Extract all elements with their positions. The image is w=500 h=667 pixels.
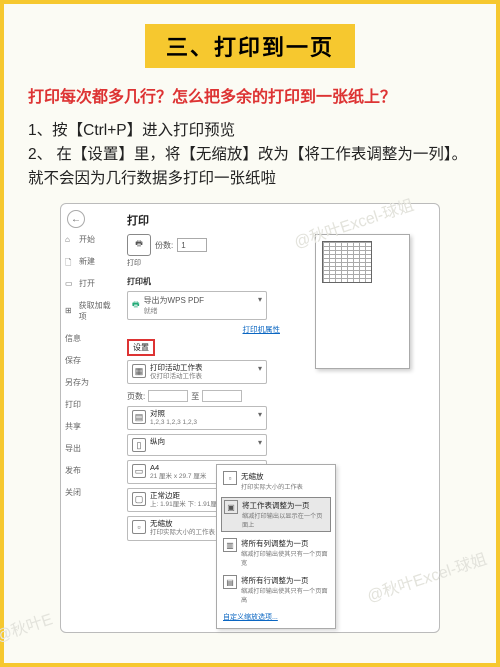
printer-select[interactable]: 🖶 导出为WPS PDF 就绪 ▾: [127, 291, 267, 320]
settings-highlight: 设置: [127, 339, 155, 356]
nav-item-addins[interactable]: ⊞获取加载项: [65, 300, 117, 322]
page-icon: ▭: [132, 464, 146, 478]
printer-properties-link[interactable]: 打印机属性: [140, 324, 280, 335]
section-title: 三、打印到一页: [145, 24, 355, 68]
nav-item-info[interactable]: 信息: [65, 333, 117, 344]
custom-scaling-link[interactable]: 自定义缩放选项...: [221, 610, 331, 624]
nav-item-share[interactable]: 共享: [65, 421, 117, 432]
scaling-option-fit-rows[interactable]: ▤ 将所有行调整为一页缩减打印输出使其只有一个页面高: [221, 573, 331, 606]
scale-none-icon: ▫: [223, 471, 237, 485]
orientation-select[interactable]: ▯ 纵向 ▾: [127, 434, 267, 456]
scale-fit-icon: ▣: [224, 500, 238, 514]
copies-label: 份数:: [155, 240, 173, 251]
page-to-input[interactable]: [202, 390, 242, 402]
app-screenshot: ← ⌂开始 🗋新建 ▭打开 ⊞获取加载项 信息 保存 另存为 打印 共享 导出 …: [60, 203, 440, 633]
nav-item-print[interactable]: 打印: [65, 399, 117, 410]
nav-item-close[interactable]: 关闭: [65, 487, 117, 498]
page-range: 页数: 至: [127, 390, 267, 402]
margins-icon: ▢: [132, 492, 146, 506]
nav-item-saveas[interactable]: 另存为: [65, 377, 117, 388]
scale-cols-icon: ▥: [223, 538, 237, 552]
nav-item-save[interactable]: 保存: [65, 355, 117, 366]
collate-select[interactable]: ▤ 对照1,2,3 1,2,3 1,2,3 ▾: [127, 406, 267, 430]
print-heading: 打印: [127, 212, 280, 228]
chevron-down-icon: ▾: [258, 295, 262, 304]
printer-icon: 🖶: [132, 299, 140, 313]
nav-item-home[interactable]: ⌂开始: [65, 234, 117, 245]
chevron-down-icon: ▾: [258, 438, 262, 447]
portrait-icon: ▯: [132, 438, 146, 452]
print-button[interactable]: 🖶: [127, 234, 151, 256]
print-range-select[interactable]: ▦ 打印活动工作表仅打印活动工作表 ▾: [127, 360, 267, 384]
scaling-dropdown: ▫ 无缩放打印实际大小的工作表 ▣ 将工作表调整为一页缩减打印输出以显示在一个页…: [216, 464, 336, 629]
printer-icon: 🖶: [135, 238, 143, 252]
step-text: 1、按【Ctrl+P】进入打印预览 2、 在【设置】里，将【无缩放】改为【将工作…: [4, 119, 496, 191]
nav-item-new[interactable]: 🗋新建: [65, 256, 117, 267]
scaling-option-fit-sheet[interactable]: ▣ 将工作表调整为一页缩减打印输出以显示在一个页面上: [221, 497, 331, 532]
scale-rows-icon: ▤: [223, 575, 237, 589]
print-button-label: 打印: [127, 258, 280, 268]
nav-item-open[interactable]: ▭打开: [65, 278, 117, 289]
nav-item-publish[interactable]: 发布: [65, 465, 117, 476]
chevron-down-icon: ▾: [258, 364, 262, 373]
back-icon[interactable]: ←: [67, 210, 85, 228]
printer-section-label: 打印机: [127, 276, 280, 287]
watermark: @秋叶E: [0, 605, 55, 646]
page-from-input[interactable]: [148, 390, 188, 402]
subtitle: 打印每次都多几行？怎么把多余的打印到一张纸上？: [4, 83, 496, 107]
scaling-option-none[interactable]: ▫ 无缩放打印实际大小的工作表: [221, 469, 331, 493]
preview-content-icon: [322, 241, 372, 283]
nav-item-export[interactable]: 导出: [65, 443, 117, 454]
scale-icon: ▫: [132, 520, 146, 534]
collate-icon: ▤: [132, 410, 146, 424]
copies-input[interactable]: 1: [177, 238, 207, 252]
left-nav: ⌂开始 🗋新建 ▭打开 ⊞获取加载项 信息 保存 另存为 打印 共享 导出 发布…: [61, 204, 121, 632]
sheet-icon: ▦: [132, 364, 146, 378]
preview-page: [315, 234, 410, 369]
chevron-down-icon: ▾: [258, 410, 262, 419]
scaling-option-fit-cols[interactable]: ▥ 将所有列调整为一页缩减打印输出使其只有一个页面宽: [221, 536, 331, 569]
